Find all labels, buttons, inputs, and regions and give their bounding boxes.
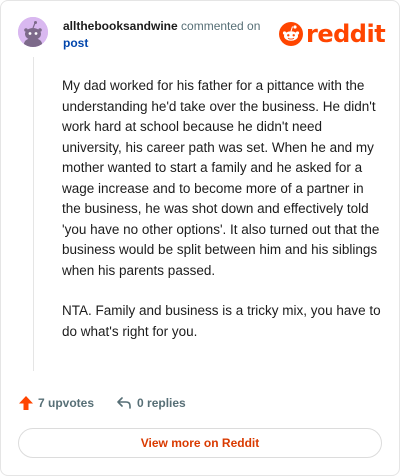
comment-actions: 7 upvotes 0 replies xyxy=(18,395,186,411)
upvote-button[interactable]: 7 upvotes xyxy=(18,395,94,411)
view-more-button[interactable]: View more on Reddit xyxy=(18,428,382,458)
reply-button[interactable]: 0 replies xyxy=(116,395,186,411)
reddit-snoo-icon xyxy=(279,22,303,46)
reddit-logo[interactable]: reddit xyxy=(279,20,386,48)
comment-body: My dad worked for his father for a pitta… xyxy=(62,76,382,362)
username[interactable]: allthebooksandwine xyxy=(63,19,178,33)
snoo-avatar-icon xyxy=(18,17,48,47)
reddit-wordmark: reddit xyxy=(306,20,386,48)
reply-count: 0 replies xyxy=(137,396,186,410)
comment-paragraph: My dad worked for his father for a pitta… xyxy=(62,78,380,278)
upvote-arrow-icon xyxy=(19,396,33,410)
commented-on-label: commented on xyxy=(181,19,261,33)
thread-line[interactable] xyxy=(33,57,34,371)
reply-arrow-icon xyxy=(117,397,131,409)
comment-header: allthebooksandwine commented on post xyxy=(63,18,283,52)
post-link[interactable]: post xyxy=(63,35,283,52)
upvote-count: 7 upvotes xyxy=(38,396,95,410)
user-avatar[interactable] xyxy=(18,17,48,47)
comment-embed-card: allthebooksandwine commented on post red… xyxy=(0,0,400,476)
comment-paragraph: NTA. Family and business is a tricky mix… xyxy=(62,303,381,339)
